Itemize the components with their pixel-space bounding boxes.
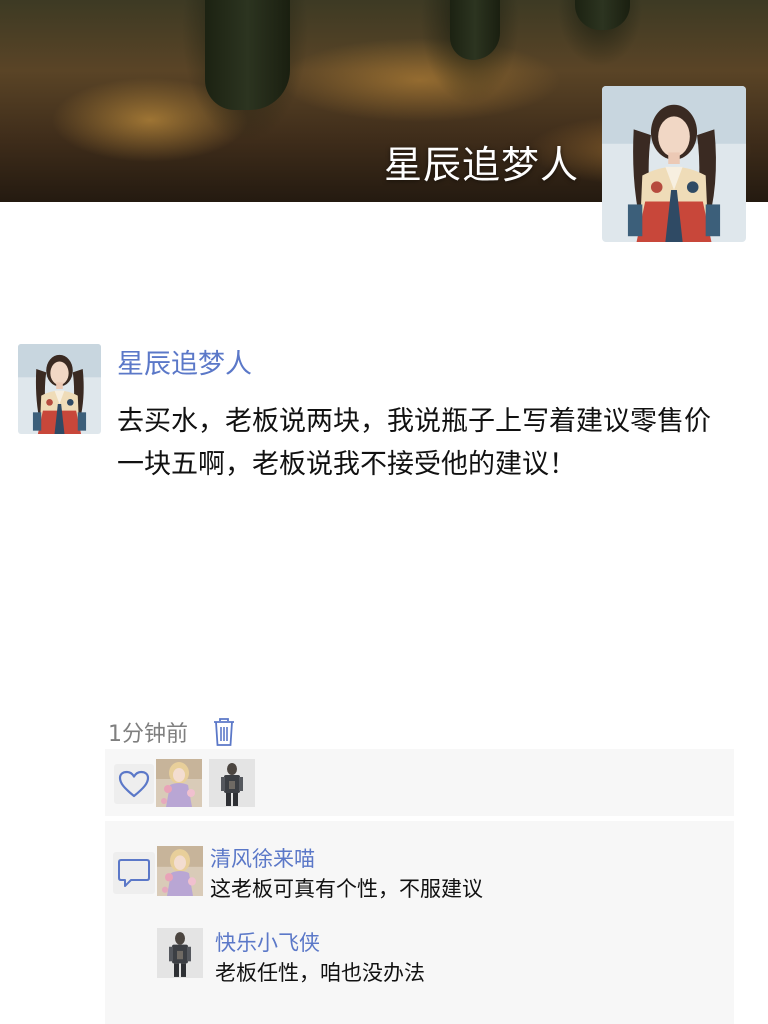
comment-author[interactable]: 快乐小飞侠: [215, 927, 320, 957]
post-author-avatar[interactable]: [18, 344, 101, 434]
comment-author[interactable]: 清风徐来喵: [210, 843, 315, 873]
like-button[interactable]: [114, 764, 154, 804]
post-author-name[interactable]: 星辰追梦人: [117, 342, 252, 381]
comment-text: 这老板可真有个性，不服建议: [210, 877, 483, 901]
post-meta: 1分钟前: [108, 716, 236, 748]
cover-avatar[interactable]: [602, 86, 746, 242]
trash-icon[interactable]: [212, 717, 236, 747]
comments-panel: 清风徐来喵 这老板可真有个性，不服建议 快乐小飞侠 老板任性，咱也没办法: [105, 821, 734, 1024]
post-text: 去买水，老板说两块，我说瓶子上写着建议零售价一块五啊，老板说我不接受他的建议！: [117, 406, 711, 480]
tree-trunk: [575, 0, 630, 30]
tree-trunk: [450, 0, 500, 60]
liker-avatar[interactable]: [156, 759, 202, 807]
comment-text: 老板任性，咱也没办法: [215, 961, 425, 985]
post-time: 1分钟前: [108, 722, 188, 747]
heart-icon: [118, 770, 150, 798]
commenter-avatar[interactable]: [157, 846, 203, 896]
comment-icon: [118, 859, 150, 887]
liker-avatar[interactable]: [209, 759, 255, 807]
likes-panel: [105, 749, 734, 816]
tree-trunk: [205, 0, 290, 110]
cover-username: 星辰追梦人: [384, 143, 580, 187]
commenter-avatar[interactable]: [157, 928, 203, 978]
comment-button[interactable]: [113, 852, 155, 894]
